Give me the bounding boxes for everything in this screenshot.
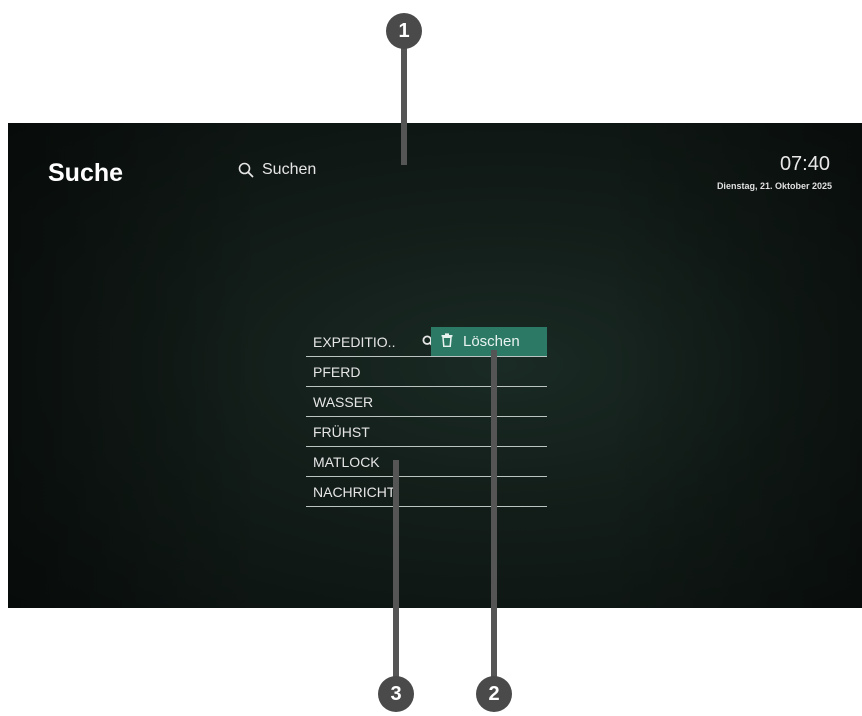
search-field[interactable]: Suchen — [238, 161, 316, 179]
history-item-label: FRÜHST — [313, 423, 370, 440]
history-item-label: WASSER — [313, 393, 374, 410]
history-item-label: EXPEDITIO.. — [313, 333, 396, 350]
history-item[interactable]: WASSER — [306, 387, 547, 417]
delete-label: Löschen — [463, 333, 520, 350]
callout-line-2 — [491, 350, 497, 685]
search-label: Suchen — [262, 161, 317, 178]
history-item-label: NACHRICHT — [313, 483, 396, 500]
history-item-label: MATLOCK — [313, 453, 380, 470]
callout-line-1 — [401, 48, 407, 165]
delete-button[interactable]: Löschen — [431, 327, 547, 356]
history-item[interactable]: EXPEDITIO.. Löschen — [306, 327, 547, 357]
trash-icon — [441, 332, 453, 351]
callout-marker-2: 2 — [476, 676, 512, 712]
history-item-label: PFERD — [313, 363, 361, 380]
callout-marker-1: 1 — [386, 13, 422, 49]
clock-date: Dienstag, 21. Oktober 2025 — [716, 181, 832, 191]
page-title: Suche — [48, 159, 124, 187]
history-item[interactable]: PFERD — [306, 357, 547, 387]
callout-line-3 — [393, 460, 399, 685]
clock-time: 07:40 — [779, 153, 830, 175]
search-icon — [238, 162, 254, 178]
history-item[interactable]: NACHRICHT — [306, 477, 547, 507]
history-item[interactable]: FRÜHST — [306, 417, 547, 447]
search-history-list: EXPEDITIO.. Löschen PFERD WASSER FRÜHST … — [306, 327, 547, 507]
callout-marker-3: 3 — [378, 676, 414, 712]
tv-screen: Suche Suchen 07:40 Dienstag, 21. Oktober… — [8, 123, 862, 608]
history-item[interactable]: MATLOCK — [306, 447, 547, 477]
